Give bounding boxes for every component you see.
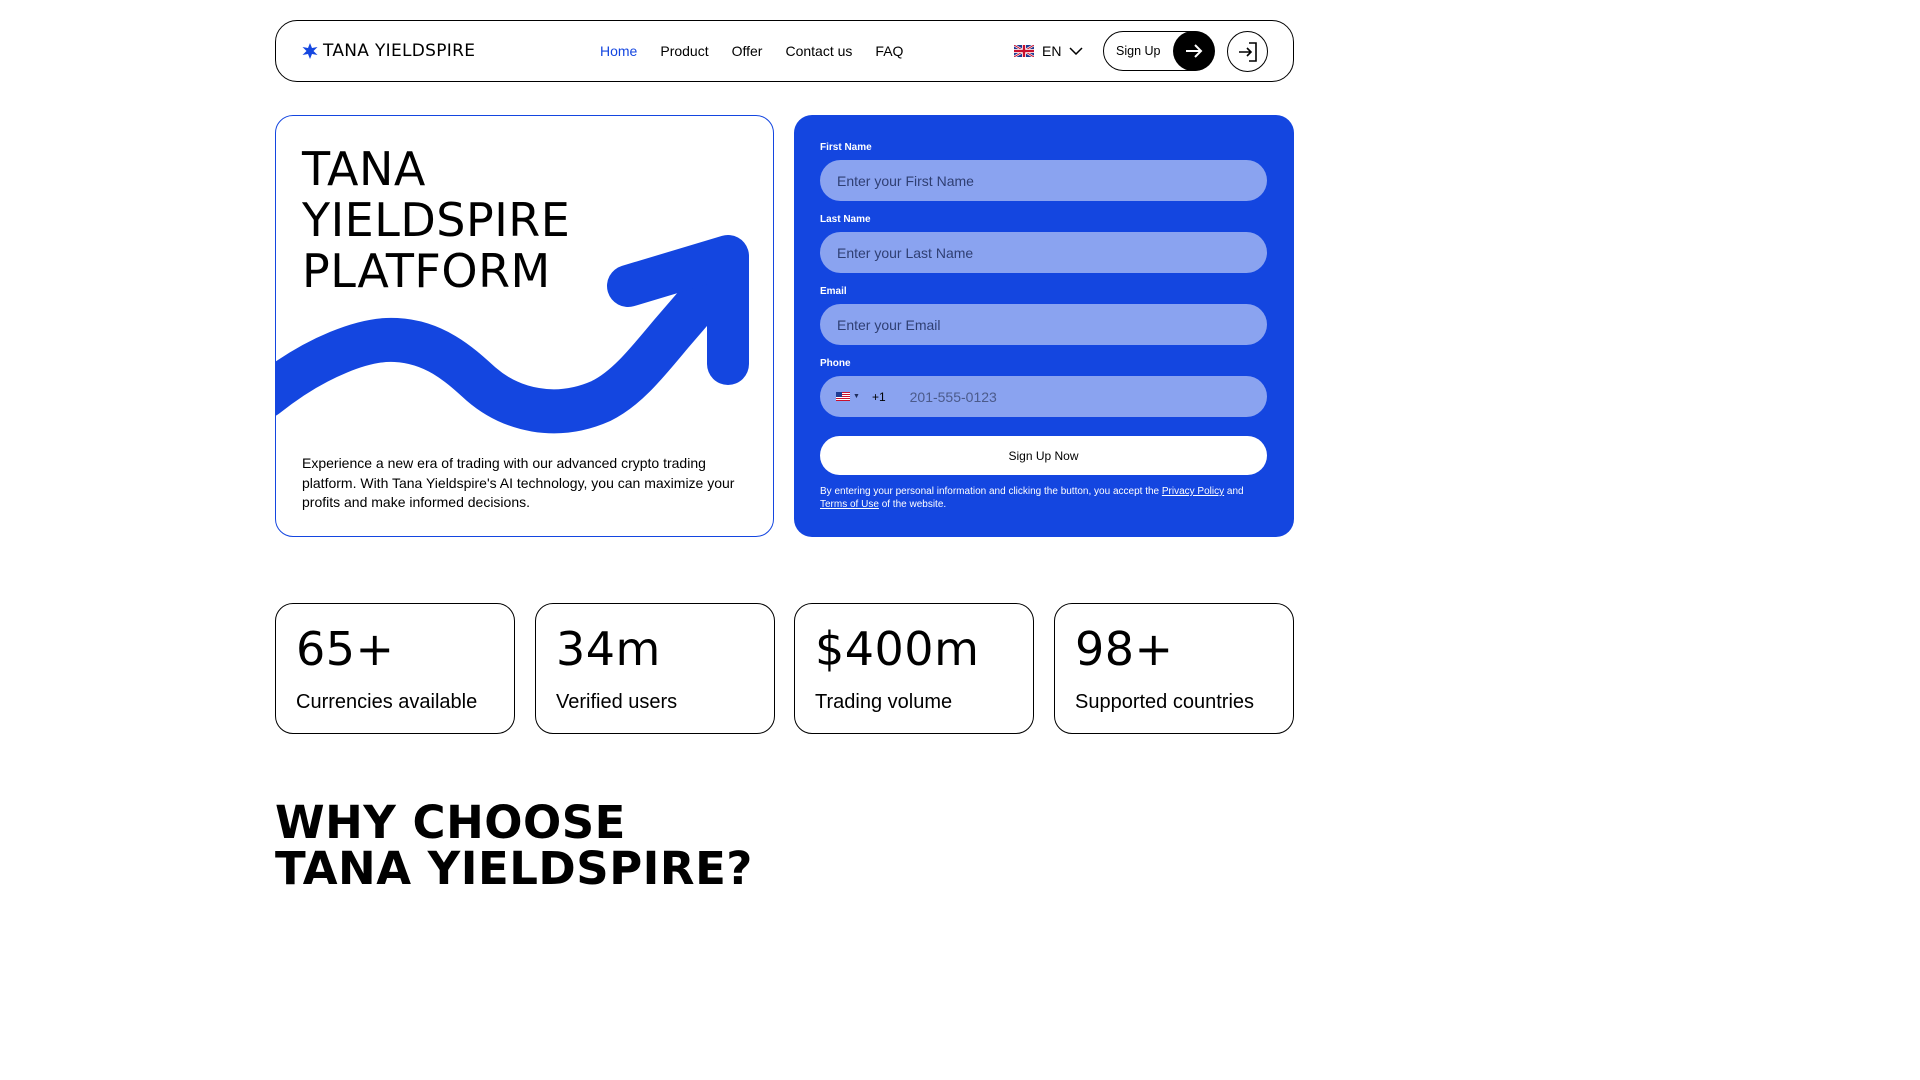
us-flag-icon — [836, 392, 850, 401]
hero-title: TANA YIELDSPIRE PLATFORM — [302, 144, 642, 297]
disclaimer-and: and — [1226, 486, 1244, 497]
main-nav: Home Product Offer Contact us FAQ — [600, 21, 903, 81]
arrow-right-icon — [1172, 31, 1215, 71]
dial-code: +1 — [871, 389, 886, 404]
hero-title-line: PLATFORM — [302, 244, 551, 298]
why-choose-heading: WHY CHOOSE TANA YIELDSPIRE? — [275, 800, 975, 892]
first-name-label: First Name — [820, 142, 872, 153]
disclaimer-suffix: of the website. — [881, 499, 947, 510]
uk-flag-icon — [1014, 45, 1034, 57]
why-heading-line: TANA YIELDSPIRE? — [275, 842, 753, 895]
stat-value: 34m — [556, 622, 661, 676]
form-disclaimer: By entering your personal information an… — [820, 485, 1272, 511]
stat-card-volume: $400m Trading volume — [794, 603, 1034, 734]
brand-logo[interactable]: TANA YIELDSPIRE — [302, 21, 475, 81]
chevron-down-icon — [1069, 47, 1083, 55]
nav-item-contact[interactable]: Contact us — [785, 43, 852, 59]
stat-label: Trading volume — [815, 691, 953, 713]
first-name-field[interactable] — [820, 160, 1267, 201]
login-button[interactable] — [1227, 31, 1268, 72]
last-name-field[interactable] — [820, 232, 1267, 273]
stat-label: Supported countries — [1075, 691, 1255, 713]
email-field[interactable] — [820, 304, 1267, 345]
stat-value: 98+ — [1075, 622, 1174, 676]
nav-item-product[interactable]: Product — [660, 43, 708, 59]
email-label: Email — [820, 286, 847, 297]
site-header: TANA YIELDSPIRE Home Product Offer Conta… — [275, 20, 1294, 82]
brand-name: TANA YIELDSPIRE — [323, 41, 476, 61]
disclaimer-prefix: By entering your personal information an… — [820, 486, 1160, 497]
hero-title-line: TANA — [302, 142, 426, 196]
stat-value: 65+ — [296, 622, 395, 676]
nav-item-offer[interactable]: Offer — [732, 43, 763, 59]
stat-card-countries: 98+ Supported countries — [1054, 603, 1294, 734]
hero-title-line: YIELDSPIRE — [302, 193, 571, 247]
stat-label: Verified users — [556, 691, 678, 713]
stat-card-users: 34m Verified users — [535, 603, 775, 734]
language-selector[interactable]: EN — [1014, 21, 1083, 81]
nav-item-faq[interactable]: FAQ — [875, 43, 903, 59]
signup-form: First Name Last Name Email Phone ▼ +1 Si… — [794, 115, 1294, 537]
stat-value: $400m — [815, 622, 980, 676]
hero-description: Experience a new era of trading with our… — [302, 455, 735, 510]
privacy-policy-link[interactable]: Privacy Policy — [1162, 486, 1224, 497]
last-name-label: Last Name — [820, 214, 871, 225]
stat-label: Currencies available — [296, 691, 478, 713]
phone-label: Phone — [820, 358, 851, 369]
stat-card-currencies: 65+ Currencies available — [275, 603, 515, 734]
language-code: EN — [1042, 43, 1062, 59]
caret-down-icon: ▼ — [853, 393, 860, 400]
header-signup-label: Sign Up — [1116, 44, 1161, 58]
terms-of-use-link[interactable]: Terms of Use — [820, 499, 879, 510]
sign-up-now-button[interactable]: Sign Up Now — [820, 436, 1267, 475]
country-code-selector[interactable]: ▼ — [836, 392, 860, 401]
hero-card: TANA YIELDSPIRE PLATFORM Experience a ne… — [275, 115, 774, 537]
header-signup-button[interactable]: Sign Up — [1103, 31, 1215, 71]
phone-field[interactable] — [909, 388, 1210, 405]
login-icon — [1238, 41, 1257, 62]
why-heading-line: WHY CHOOSE — [275, 796, 626, 849]
nav-item-home[interactable]: Home — [600, 43, 637, 59]
star-logo-icon — [302, 43, 318, 59]
phone-field-group: ▼ +1 — [820, 376, 1267, 417]
